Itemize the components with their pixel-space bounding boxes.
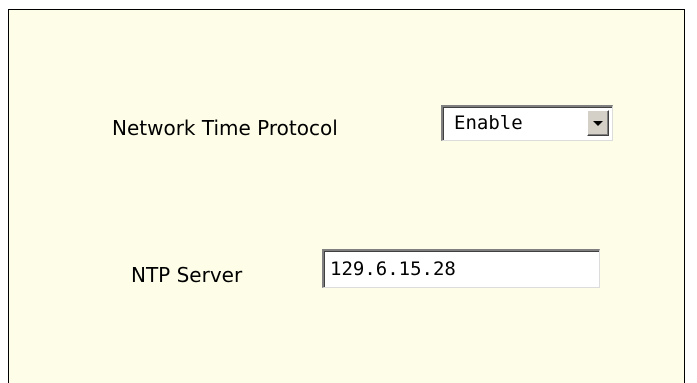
dropdown-button[interactable]: [587, 110, 609, 136]
ntp-server-input[interactable]: [322, 249, 600, 288]
ntp-enable-select[interactable]: Enable: [441, 105, 613, 141]
ntp-label: Network Time Protocol: [112, 116, 338, 140]
ntp-enable-select-value: Enable: [454, 112, 523, 134]
ntp-server-label: NTP Server: [131, 263, 243, 287]
ntp-settings-panel: Network Time Protocol Enable NTP Server: [8, 9, 685, 383]
chevron-down-icon: [593, 121, 603, 126]
